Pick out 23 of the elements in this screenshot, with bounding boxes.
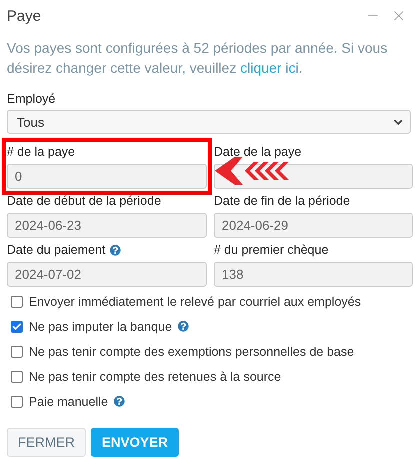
close-button[interactable]: FERMER: [7, 428, 86, 457]
field-label: Date de début de la période: [7, 194, 162, 208]
input-field[interactable]: 0: [7, 164, 207, 189]
option-label: Ne pas imputer la banque: [29, 320, 172, 334]
input-field[interactable]: 2024-06-29: [214, 213, 413, 238]
employee-select[interactable]: Tous: [7, 110, 411, 134]
field-label: Employé: [7, 91, 57, 107]
field-label: Date du paiement: [7, 243, 106, 257]
field-label: Date de la paye: [214, 145, 302, 159]
input-field[interactable]: 138: [214, 262, 413, 287]
option-label: Envoyer immédiatement le relevé par courriel aux employés: [29, 294, 362, 308]
option-label: Ne pas tenir compte des exemptions personnelles de base: [29, 344, 354, 358]
input-field[interactable]: 2024-07-02: [7, 262, 207, 287]
option-label: Paie manuelle: [29, 394, 108, 408]
option-label: Ne pas tenir compte des retenues à la source: [29, 370, 282, 384]
window-title: Paye: [7, 8, 42, 24]
field-label: # de la paye: [7, 145, 76, 159]
configure-link[interactable]: cliquer ici: [240, 60, 299, 76]
input-field[interactable]: 2024-06-23: [7, 213, 207, 238]
intro-text: Vos payes sont configurées à 52 périodes par année. Si vous désirez changer cette valeur, veuillez cliquer ici.: [7, 39, 389, 78]
submit-button[interactable]: ENVOYER: [91, 428, 180, 457]
field-label: Date de fin de la période: [214, 194, 350, 208]
field-label: # du premier chèque: [214, 243, 329, 257]
